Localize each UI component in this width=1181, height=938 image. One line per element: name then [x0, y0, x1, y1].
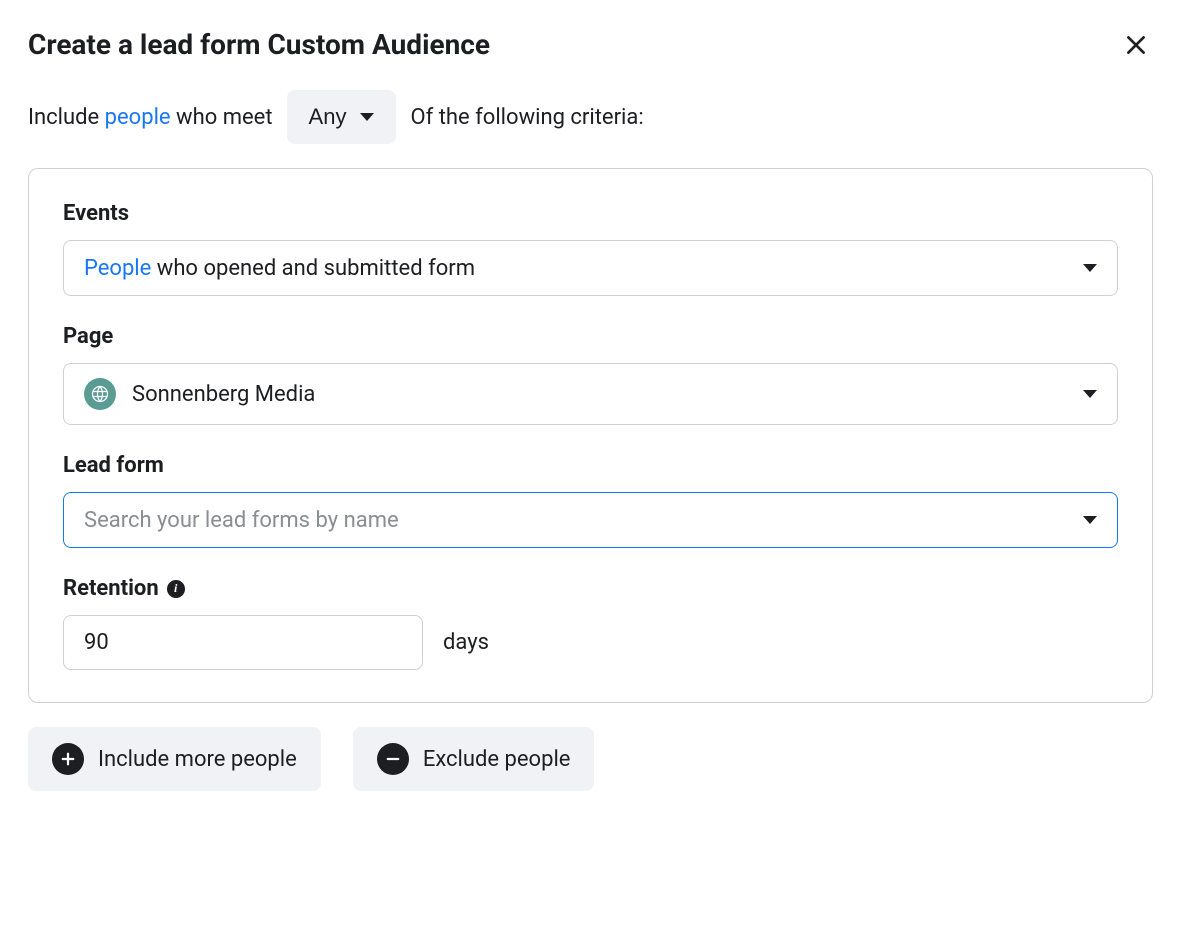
retention-label-text: Retention — [63, 576, 159, 601]
events-select[interactable]: People who opened and submitted form — [63, 240, 1118, 296]
close-button[interactable] — [1119, 28, 1153, 62]
leadform-placeholder: Search your lead forms by name — [84, 508, 399, 533]
page-label: Page — [63, 324, 1118, 349]
include-prefix: Include — [28, 105, 105, 130]
exclude-label: Exclude people — [423, 747, 571, 772]
include-text: Include people who meet — [28, 105, 273, 130]
dialog-title: Create a lead form Custom Audience — [28, 28, 490, 61]
exclude-button[interactable]: Exclude people — [353, 727, 595, 791]
plus-icon — [52, 743, 84, 775]
page-field-group: Page Sonnenberg Media — [63, 324, 1118, 425]
events-label: Events — [63, 201, 1118, 226]
criteria-suffix: Of the following criteria: — [410, 105, 643, 130]
retention-suffix: days — [443, 630, 489, 655]
events-rest-text: who opened and submitted form — [151, 256, 475, 281]
page-value: Sonnenberg Media — [132, 382, 315, 407]
include-more-label: Include more people — [98, 747, 297, 772]
chevron-down-icon — [1083, 264, 1097, 272]
chevron-down-icon — [360, 113, 374, 121]
events-value: People who opened and submitted form — [84, 256, 475, 281]
chevron-down-icon — [1083, 516, 1097, 524]
page-avatar-icon — [84, 378, 116, 410]
events-field-group: Events People who opened and submitted f… — [63, 201, 1118, 296]
chevron-down-icon — [1083, 390, 1097, 398]
criteria-sentence: Include people who meet Any Of the follo… — [28, 90, 1153, 144]
retention-field-group: Retention i days — [63, 576, 1118, 670]
leadform-label: Lead form — [63, 453, 1118, 478]
match-mode-dropdown[interactable]: Any — [287, 90, 397, 144]
leadform-field-group: Lead form Search your lead forms by name — [63, 453, 1118, 548]
action-buttons-row: Include more people Exclude people — [28, 727, 1153, 791]
leadform-select[interactable]: Search your lead forms by name — [63, 492, 1118, 548]
who-meet-text: who meet — [171, 105, 273, 130]
page-select[interactable]: Sonnenberg Media — [63, 363, 1118, 425]
close-icon — [1123, 32, 1149, 58]
match-mode-label: Any — [309, 104, 347, 130]
info-icon[interactable]: i — [167, 580, 185, 598]
retention-input[interactable] — [63, 615, 423, 670]
include-more-button[interactable]: Include more people — [28, 727, 321, 791]
retention-label: Retention i — [63, 576, 1118, 601]
criteria-panel: Events People who opened and submitted f… — [28, 168, 1153, 703]
minus-icon — [377, 743, 409, 775]
people-link[interactable]: people — [105, 105, 171, 130]
events-people-link: People — [84, 256, 151, 281]
